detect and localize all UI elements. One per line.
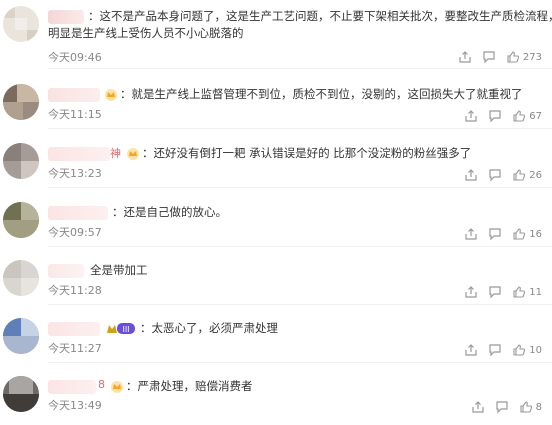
thumbs-up-icon: [513, 169, 526, 181]
comment-item: 8 ：严肃处理，赔偿消费者 今天13:49 8: [0, 370, 552, 425]
like-button[interactable]: 10: [512, 343, 542, 357]
share-icon[interactable]: [464, 227, 478, 241]
divider: [48, 304, 552, 305]
share-icon[interactable]: [464, 109, 478, 123]
like-button[interactable]: 67: [512, 109, 542, 123]
comment-text: ：还是自己做的放心。: [112, 205, 227, 219]
avatar[interactable]: [3, 260, 39, 296]
like-count: 26: [529, 169, 542, 181]
thumbs-up-icon: [513, 344, 526, 356]
comment-text: ：还好没有倒打一耙 承认错误是好的 比那个没淀粉的粉丝强多了: [142, 146, 472, 160]
crown-icon: [127, 148, 139, 160]
comment-actions: 8: [471, 400, 542, 414]
comment-item: ：还是自己做的放心。 今天09:57 16: [0, 196, 552, 248]
comment-time: 今天09:57: [48, 226, 102, 239]
comment-icon[interactable]: [488, 109, 502, 123]
comment-list: ：这不是产品本身问题了，这是生产工艺问题，不止要下架相关批次，要整改生产质检流程…: [0, 0, 552, 425]
comment-time: 今天11:28: [48, 284, 102, 297]
comment-item: 全是带加工 今天11:28 11: [0, 254, 552, 306]
username-fragment: 神: [110, 147, 121, 160]
username-blurred[interactable]: [48, 88, 100, 102]
comment-text: ：这不是产品本身问题了，这是生产工艺问题，不止要下架相关批次，要整改生产质检流程…: [88, 9, 552, 23]
comment-item: 神 ：还好没有倒打一耙 承认错误是好的 比那个没淀粉的粉丝强多了 今天13:23…: [0, 137, 552, 189]
comment-text: ：太恶心了，必须严肃处理: [140, 321, 278, 335]
comment-icon[interactable]: [488, 285, 502, 299]
divider: [48, 187, 552, 188]
vip-badge-icon: III: [107, 323, 135, 334]
username-blurred[interactable]: [48, 380, 96, 394]
share-icon[interactable]: [464, 285, 478, 299]
like-count: 273: [522, 51, 542, 63]
comment-actions: 26: [464, 168, 542, 182]
like-count: 67: [529, 110, 542, 122]
thumbs-up-icon: [513, 286, 526, 298]
like-count: 16: [529, 228, 542, 240]
comment-icon[interactable]: [495, 400, 509, 414]
comment-text: ：严肃处理，赔偿消费者: [126, 379, 253, 393]
crown-icon: [105, 89, 117, 101]
share-icon[interactable]: [471, 400, 485, 414]
comment-item: III ：太恶心了，必须严肃处理 今天11:27 10: [0, 312, 552, 364]
like-button[interactable]: 273: [506, 50, 542, 64]
comment-item: ：这不是产品本身问题了，这是生产工艺问题，不止要下架相关批次，要整改生产质检流程…: [0, 0, 552, 70]
comment-actions: 10: [464, 343, 542, 357]
comment-item: ：就是生产线上监督管理不到位，质检不到位，没剔的，这回损失大了就重视了 今天11…: [0, 78, 552, 130]
crown-icon: [111, 381, 123, 393]
share-icon[interactable]: [464, 343, 478, 357]
avatar[interactable]: [3, 84, 39, 120]
like-count: 10: [529, 344, 542, 356]
share-icon[interactable]: [458, 50, 472, 64]
divider: [48, 68, 552, 69]
username-blurred[interactable]: [48, 322, 100, 336]
divider: [48, 246, 552, 247]
comment-icon[interactable]: [482, 50, 496, 64]
svg-text:III: III: [122, 325, 129, 334]
username-fragment: 8: [98, 378, 105, 391]
like-button[interactable]: 8: [519, 400, 542, 414]
comment-actions: 11: [464, 285, 542, 299]
comment-actions: 67: [464, 109, 542, 123]
like-count: 11: [529, 286, 542, 298]
comment-text: 全是带加工: [90, 263, 148, 277]
like-button[interactable]: 11: [512, 285, 542, 299]
thumbs-up-icon: [507, 51, 520, 63]
avatar[interactable]: [3, 376, 39, 412]
comment-text: ：就是生产线上监督管理不到位，质检不到位，没剔的，这回损失大了就重视了: [120, 87, 523, 101]
comment-icon[interactable]: [488, 168, 502, 182]
comment-time: 今天11:27: [48, 342, 102, 355]
like-button[interactable]: 16: [512, 227, 542, 241]
comment-actions: 16: [464, 227, 542, 241]
thumbs-up-icon: [520, 401, 532, 413]
divider: [48, 128, 552, 129]
avatar[interactable]: [3, 202, 39, 238]
username-blurred[interactable]: [48, 147, 110, 161]
like-count: 8: [535, 401, 542, 413]
avatar[interactable]: [3, 6, 39, 42]
comment-icon[interactable]: [488, 343, 502, 357]
divider: [48, 362, 552, 363]
avatar[interactable]: [3, 318, 39, 354]
comment-time: 今天13:23: [48, 167, 102, 180]
thumbs-up-icon: [513, 228, 526, 240]
username-blurred[interactable]: [48, 10, 84, 24]
comment-text-line2: 明显是生产线上受伤人员不小心脱落的: [48, 26, 244, 40]
like-button[interactable]: 26: [512, 168, 542, 182]
comment-icon[interactable]: [488, 227, 502, 241]
username-blurred[interactable]: [48, 206, 108, 220]
thumbs-up-icon: [513, 110, 526, 122]
comment-time: 今天09:46: [48, 51, 102, 64]
comment-time: 今天13:49: [48, 399, 102, 412]
username-blurred[interactable]: [48, 264, 84, 278]
comment-time: 今天11:15: [48, 108, 102, 121]
avatar[interactable]: [3, 143, 39, 179]
comment-actions: 273: [458, 50, 542, 64]
share-icon[interactable]: [464, 168, 478, 182]
